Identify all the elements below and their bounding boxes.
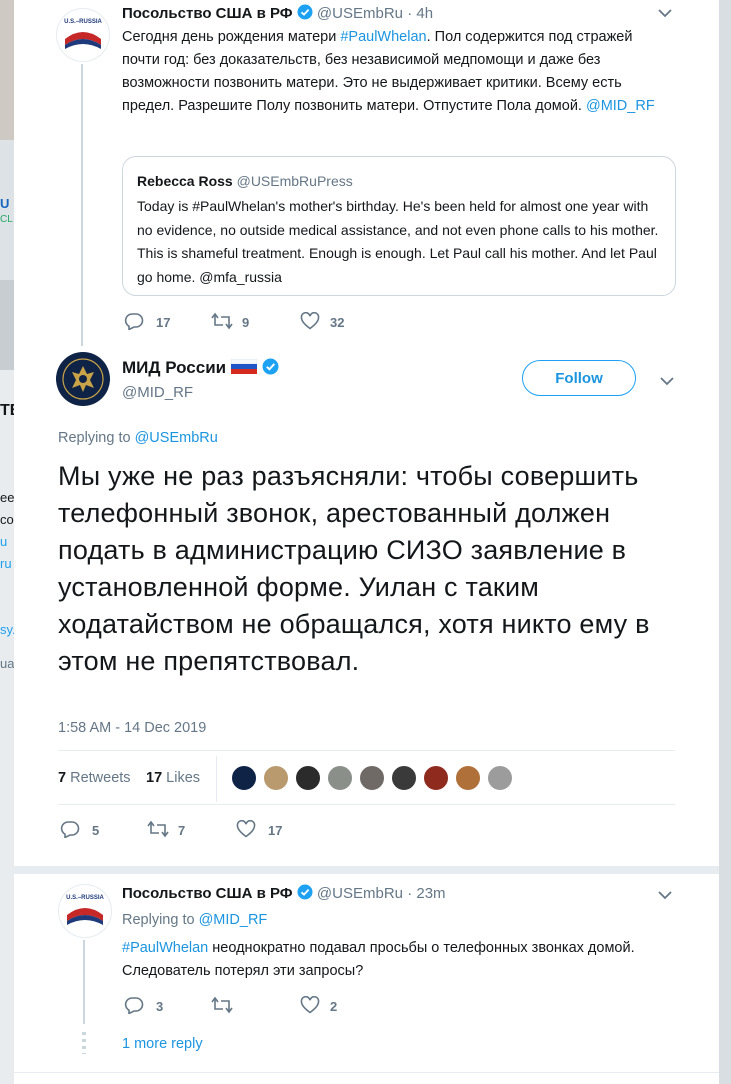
quoted-tweet[interactable]: Rebecca Ross @USEmbRuPress Today is #Pau… [122, 156, 676, 296]
background-page-right [719, 0, 731, 1084]
quote-author-name: Rebecca Ross [137, 173, 233, 189]
reply-icon[interactable] [124, 996, 144, 1014]
russia-flag-icon [230, 358, 258, 379]
follow-button[interactable]: Follow [522, 360, 636, 396]
thread-dots [82, 1032, 86, 1054]
avatar[interactable] [56, 352, 110, 406]
section-separator [14, 866, 719, 874]
like-count: 17 [268, 823, 283, 838]
author-handle[interactable]: @USEmbRu [317, 5, 403, 22]
bg-letter: CL [0, 214, 13, 225]
quote-author-handle: @USEmbRuPress [236, 173, 353, 189]
reply-count: 17 [156, 315, 171, 330]
liker-avatar[interactable] [422, 764, 450, 792]
liker-avatar[interactable] [262, 764, 290, 792]
bg-letter: U [0, 196, 10, 211]
chevron-down-icon[interactable] [660, 376, 674, 386]
reply-icon[interactable] [124, 312, 144, 330]
verified-icon [297, 4, 313, 20]
divider [216, 756, 217, 802]
like-stats[interactable]: 17 Likes [146, 770, 200, 786]
tweet-header: Посольство США в РФ @USEmbRu · 4h [122, 4, 433, 22]
tweet-text: Сегодня день рождения матери #PaulWhelan… [122, 26, 662, 118]
retweet-count: 7 [178, 823, 186, 838]
like-count: 2 [330, 999, 338, 1014]
tweet-text: #PaulWhelan неоднократно подавал просьбы… [122, 937, 682, 983]
liker-avatar[interactable] [230, 764, 258, 792]
like-icon[interactable] [300, 312, 320, 330]
bg-letter: u [0, 534, 8, 549]
divider [58, 804, 675, 805]
likes-stat-count: 17 [146, 770, 163, 786]
liker-avatar[interactable] [326, 764, 354, 792]
chevron-down-icon[interactable] [658, 890, 672, 900]
like-count: 32 [330, 315, 345, 330]
liker-avatar[interactable] [454, 764, 482, 792]
tweet-time[interactable]: · 4h [407, 5, 433, 22]
main-tweet-text: Мы уже не раз разъясняли: чтобы совершит… [58, 461, 650, 676]
hashtag-link[interactable]: #PaulWhelan [340, 29, 426, 45]
more-replies-link[interactable]: 1 more reply [122, 1036, 203, 1052]
retweet-icon[interactable] [146, 820, 170, 838]
mention-link[interactable]: @MID_RF [199, 912, 268, 928]
tweet-header: МИД России [122, 358, 279, 379]
tweet-text-part: Сегодня день рождения матери [122, 29, 341, 45]
replying-to: Replying to @USEmbRu [58, 430, 218, 446]
avatar-logo-text: U.S.–RUSSIA [66, 895, 104, 901]
retweet-icon[interactable] [210, 996, 234, 1014]
author-name[interactable]: МИД России [122, 358, 226, 377]
retweet-stats[interactable]: 7 Retweets [58, 770, 131, 786]
tweet-timestamp[interactable]: 1:58 AM - 14 Dec 2019 [58, 720, 206, 736]
thread-line [83, 940, 85, 1024]
verified-icon [297, 884, 313, 900]
like-icon[interactable] [236, 820, 256, 838]
replying-to: Replying to @MID_RF [122, 912, 267, 928]
author-name[interactable]: Посольство США в РФ [122, 885, 293, 902]
divider [14, 1072, 719, 1073]
replying-to-label: Replying to [58, 430, 135, 446]
reply-icon[interactable] [60, 820, 80, 838]
reply-count: 5 [92, 823, 100, 838]
mention-link[interactable]: @USEmbRu [135, 430, 218, 446]
verified-icon [262, 358, 279, 375]
chevron-down-icon[interactable] [658, 8, 672, 18]
liker-avatar[interactable] [390, 764, 418, 792]
bg-letter: ru [0, 556, 12, 571]
author-handle[interactable]: @MID_RF [122, 384, 193, 401]
retweets-stat-count: 7 [58, 770, 67, 786]
mention-link[interactable]: @MID_RF [586, 98, 655, 114]
replying-to-label: Replying to [122, 912, 199, 928]
retweet-icon[interactable] [210, 312, 234, 330]
tweet-header: Посольство США в РФ @USEmbRu · 23m [122, 884, 446, 902]
avatar[interactable]: U.S.–RUSSIA [56, 8, 110, 62]
bg-letter: ee [0, 490, 15, 505]
tweet-time[interactable]: · 23m [407, 885, 445, 902]
avatar[interactable]: U.S.–RUSSIA [58, 884, 112, 938]
retweet-count: 9 [242, 315, 250, 330]
author-handle[interactable]: @USEmbRu [317, 885, 403, 902]
liker-avatar[interactable] [294, 764, 322, 792]
quote-text: Today is #PaulWhelan's mother's birthday… [137, 198, 659, 285]
quote-header: Rebecca Ross @USEmbRuPress [137, 173, 353, 189]
reply-count: 3 [156, 999, 164, 1014]
avatar-logo-text: U.S.–RUSSIA [64, 19, 102, 25]
like-icon[interactable] [300, 996, 320, 1014]
hashtag-link[interactable]: #PaulWhelan [122, 940, 208, 956]
retweets-stat-label: Retweets [70, 770, 131, 786]
likes-stat-label: Likes [166, 770, 201, 786]
divider [58, 750, 675, 751]
thread-line [81, 64, 83, 346]
bg-letter: co [0, 512, 14, 527]
author-name[interactable]: Посольство США в РФ [122, 5, 293, 22]
liker-avatar[interactable] [358, 764, 386, 792]
liker-avatar[interactable] [486, 764, 514, 792]
bg-letter: ua [0, 656, 15, 671]
